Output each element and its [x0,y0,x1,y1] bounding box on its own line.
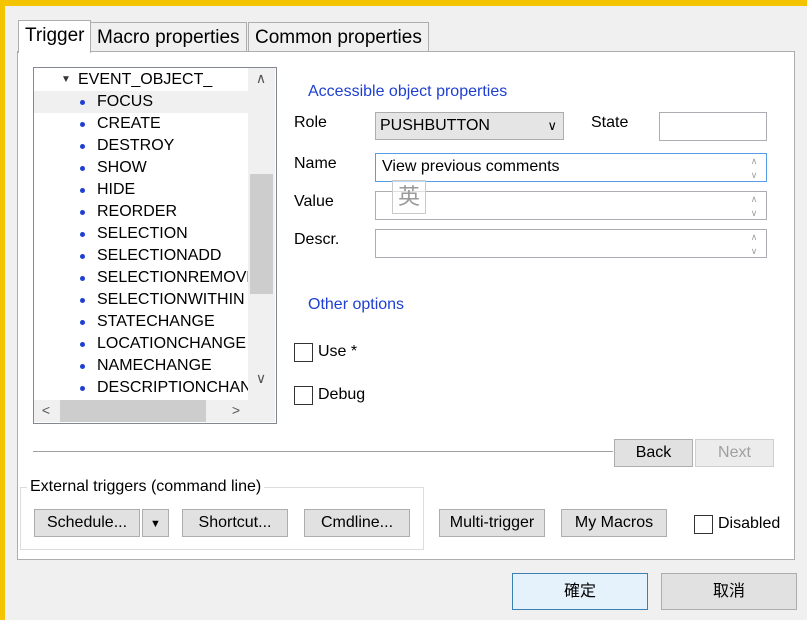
name-field-spinner[interactable]: ∧ ∨ [746,154,762,181]
tree-item[interactable]: HIDE [34,179,248,201]
accessible-properties-title: Accessible object properties [308,83,508,100]
event-tree[interactable]: ▼ EVENT_OBJECT_ FOCUS CREATE DESTROY SHOW HI… [33,67,277,424]
ime-mode-indicator: 英 [392,180,426,214]
descr-field[interactable]: ∧ ∨ [375,229,767,258]
separator-line [33,451,613,452]
tree-item[interactable]: SELECTION [34,223,248,245]
cancel-button[interactable]: 取消 [661,573,797,610]
tree-item-label: DESTROY [97,137,175,154]
value-field-spinner[interactable]: ∧ ∨ [746,192,762,219]
tree-item[interactable]: DESCRIPTIONCHANG [34,377,264,399]
tree-item-label: DESCRIPTIONCHANG [97,379,265,396]
tree-item-label: SELECTIONADD [97,247,222,264]
my-macros-button[interactable]: My Macros [561,509,667,537]
tree-item[interactable]: SELECTIONWITHIN [34,289,248,311]
disabled-checkbox-label[interactable]: Disabled [718,515,780,533]
role-select-value: PUSHBUTTON [380,117,490,134]
external-triggers-title: External triggers (command line) [27,478,265,496]
tree-item[interactable]: NAMECHANGE [34,355,248,377]
bullet-icon [80,144,85,149]
tree-item-label: LOCATIONCHANGE [97,335,247,352]
tree-item-label: SELECTION [97,225,188,242]
descr-field-spinner[interactable]: ∧ ∨ [746,230,762,257]
name-field[interactable]: View previous comments ∧ ∨ [375,153,767,182]
tree-item-label: NAMECHANGE [97,357,212,374]
tree-root-label: EVENT_OBJECT_ [78,71,213,88]
scroll-left-icon[interactable]: < [36,402,56,418]
tree-item[interactable]: FOCUS [34,91,248,113]
tree-item[interactable]: CREATE [34,113,248,135]
tree-horizontal-scroll-thumb[interactable] [60,400,206,422]
dropdown-arrow-icon: ▼ [150,518,161,530]
role-label: Role [294,114,327,131]
tree-item-label: SHOW [97,159,147,176]
bullet-icon [80,100,85,105]
use-checkbox[interactable] [294,343,313,362]
collapse-arrow-icon[interactable]: ▼ [61,69,71,91]
bullet-icon [80,210,85,215]
scroll-right-icon[interactable]: > [226,402,246,418]
value-label: Value [294,193,334,210]
bullet-icon [80,232,85,237]
tree-item[interactable]: DESTROY [34,135,248,157]
ok-button[interactable]: 確定 [512,573,648,610]
other-options-title: Other options [308,296,405,313]
tab-trigger[interactable]: Trigger [18,20,92,53]
tree-vertical-scroll-thumb[interactable] [250,174,273,294]
value-field[interactable]: ∧ ∨ [375,191,767,220]
scroll-corner [248,400,275,422]
debug-checkbox[interactable] [294,386,313,405]
bullet-icon [80,298,85,303]
tab-macro-properties[interactable]: Macro properties [90,22,247,52]
state-label: State [591,114,629,131]
bullet-icon [80,166,85,171]
back-button[interactable]: Back [614,439,693,467]
name-field-value: View previous comments [382,158,560,175]
role-select[interactable]: PUSHBUTTON ∨ [375,112,564,140]
bullet-icon [80,122,85,127]
tree-item[interactable]: SELECTIONADD [34,245,248,267]
bullet-icon [80,254,85,259]
bullet-icon [80,320,85,325]
tree-item[interactable]: STATECHANGE [34,311,248,333]
tree-item-label: CREATE [97,115,161,132]
bullet-icon [80,364,85,369]
tree-item-label: HIDE [97,181,136,198]
next-button[interactable]: Next [695,439,774,467]
tree-item-label: REORDER [97,203,178,220]
descr-label: Descr. [294,231,340,248]
tree-item-label: STATECHANGE [97,313,215,330]
tree-item[interactable]: SELECTIONREMOVE [34,267,257,289]
bullet-icon [80,386,85,391]
shortcut-button[interactable]: Shortcut... [182,509,288,537]
bullet-icon [80,188,85,193]
chevron-down-icon: ∨ [547,118,557,133]
scroll-up-icon[interactable]: ∧ [251,70,271,87]
tree-item-label: SELECTIONWITHIN [97,291,245,308]
bullet-icon [80,276,85,281]
schedule-button[interactable]: Schedule... [34,509,140,537]
tree-item-label: FOCUS [97,93,153,110]
use-checkbox-label[interactable]: Use * [318,343,357,361]
tree-item[interactable]: REORDER [34,201,248,223]
debug-checkbox-label[interactable]: Debug [318,386,365,404]
window-border-left [0,6,5,620]
cmdline-button[interactable]: Cmdline... [304,509,410,537]
window-border-top [0,0,807,6]
tree-item[interactable]: SHOW [34,157,248,179]
name-label: Name [294,155,337,172]
tab-common-properties[interactable]: Common properties [248,22,429,52]
schedule-dropdown-button[interactable]: ▼ [142,509,169,537]
disabled-checkbox[interactable] [694,515,713,534]
tree-item[interactable]: LOCATIONCHANGE [34,333,248,355]
tree-root-item[interactable]: ▼ EVENT_OBJECT_ [34,69,248,91]
tree-item-label: SELECTIONREMOVE [97,269,258,286]
bullet-icon [80,342,85,347]
scroll-down-icon[interactable]: ∨ [251,370,271,387]
multi-trigger-button[interactable]: Multi-trigger [439,509,545,537]
state-field[interactable] [659,112,767,141]
